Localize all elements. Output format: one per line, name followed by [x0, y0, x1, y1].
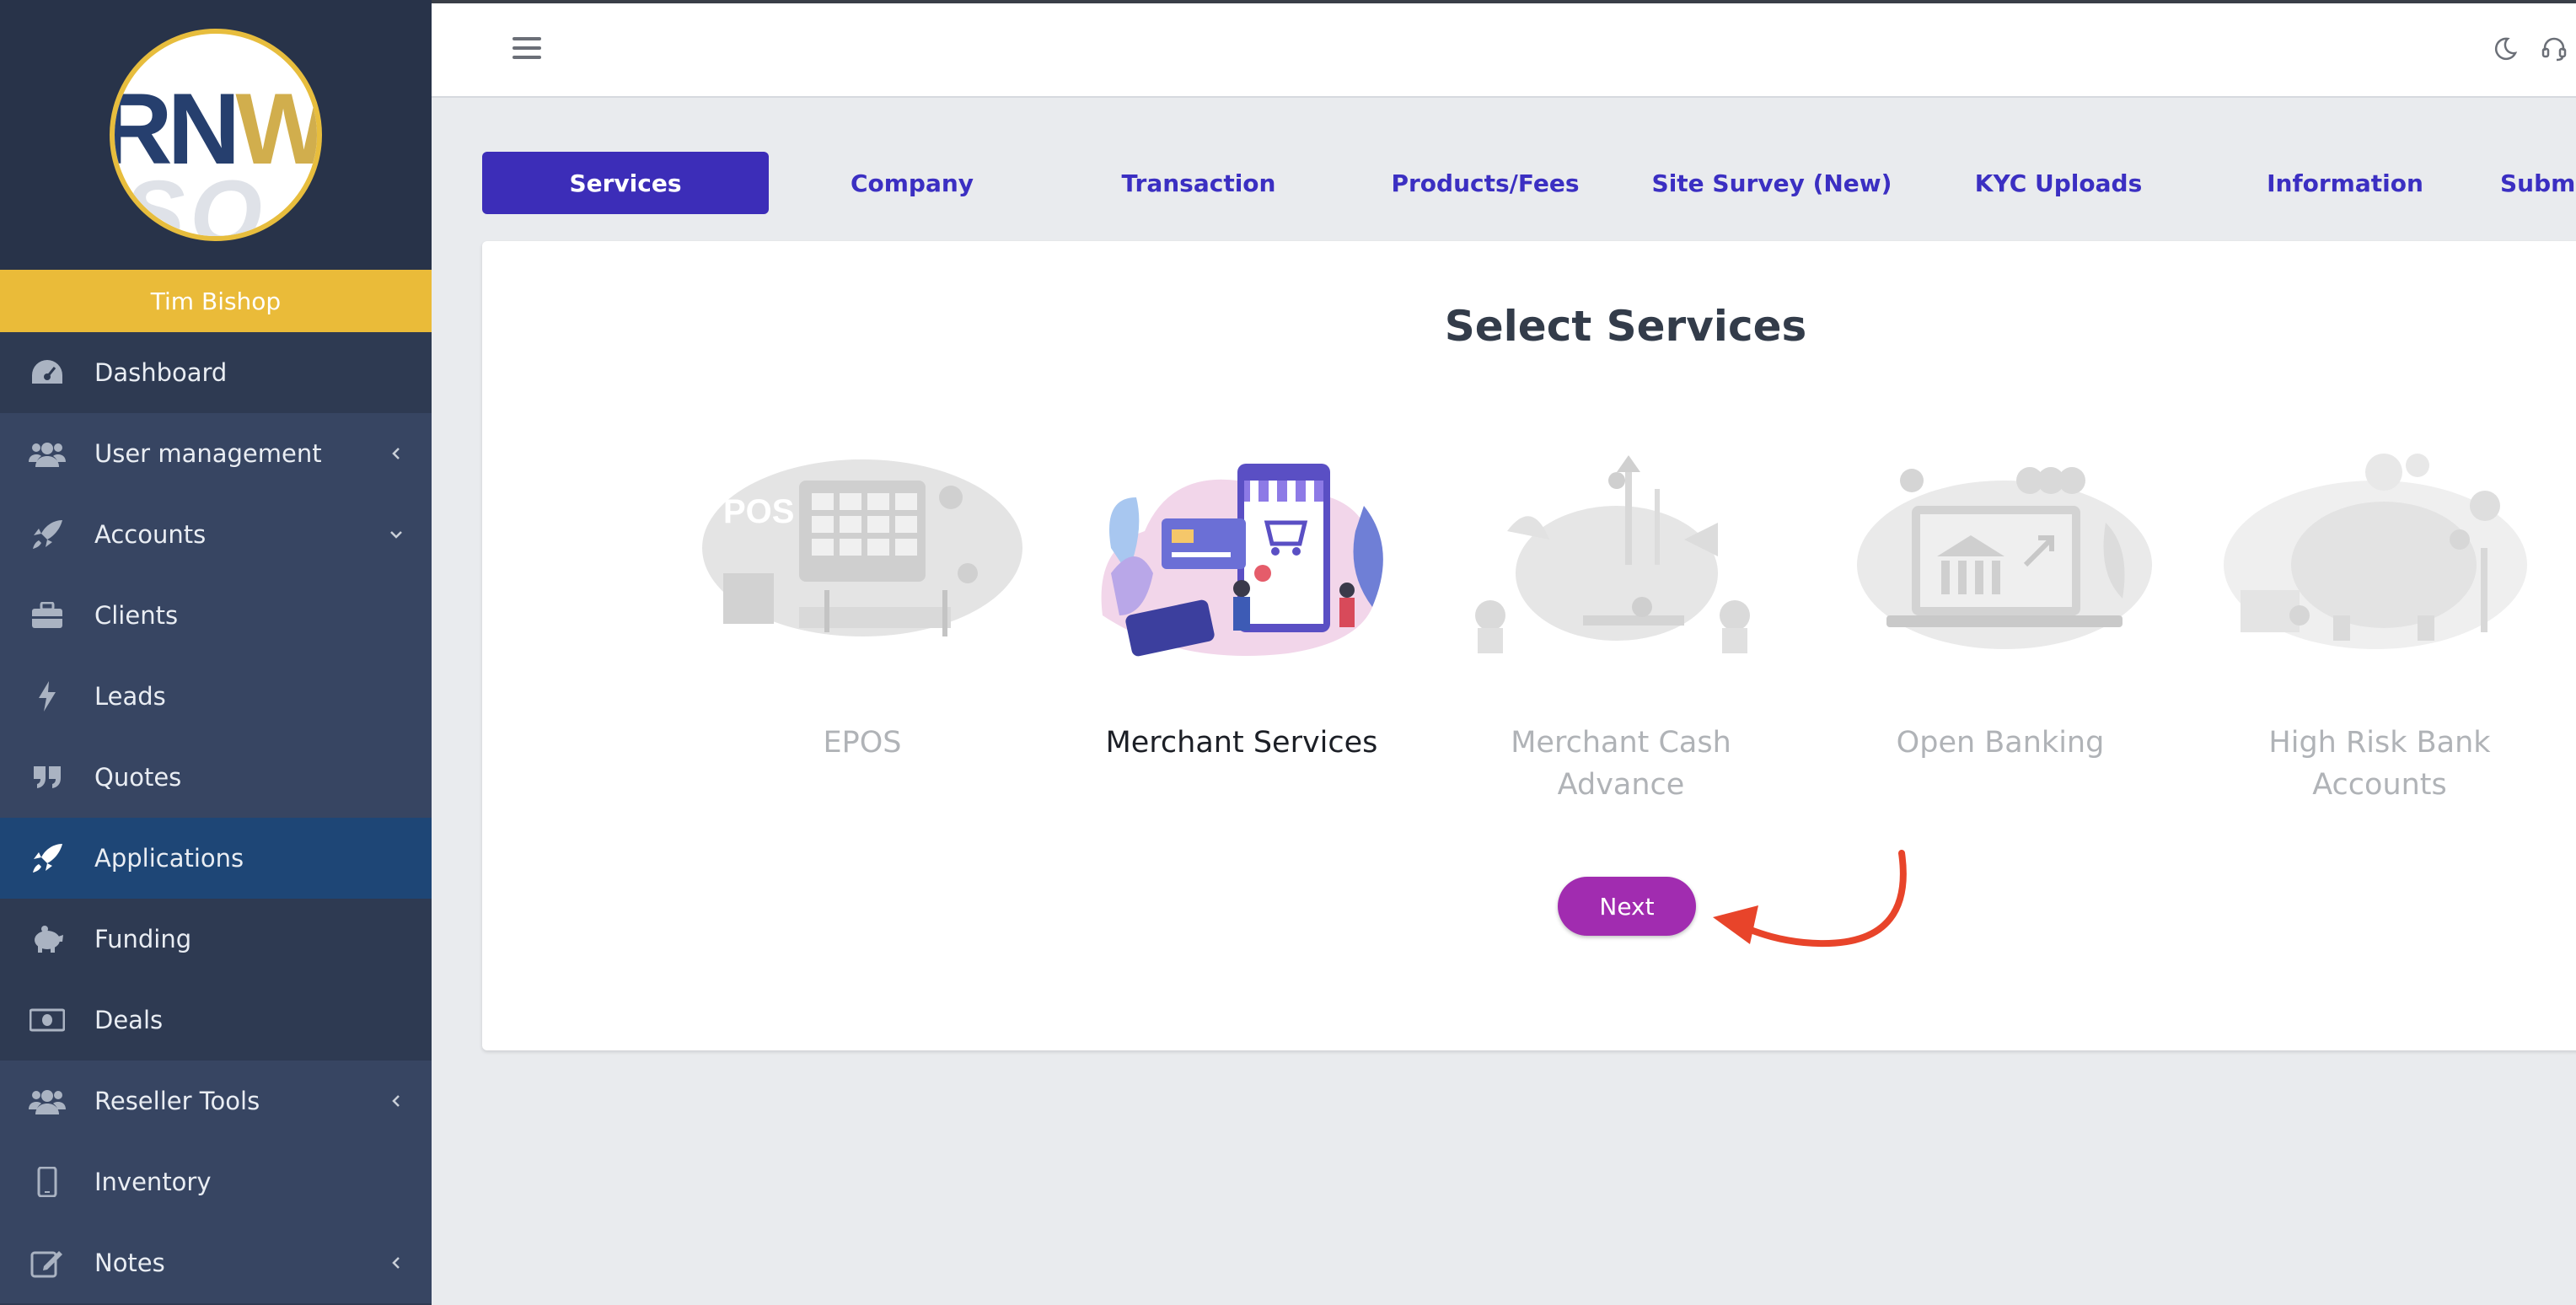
service-option-merchant-services[interactable]: Merchant Services	[1077, 447, 1406, 764]
annotation-arrow-icon	[1713, 850, 1907, 948]
sidebar-item-inventory[interactable]: Inventory	[0, 1141, 432, 1222]
tab-information[interactable]: Information	[2202, 152, 2488, 214]
chevron-down-icon	[388, 526, 405, 543]
headset-icon[interactable]	[2539, 34, 2569, 64]
company-logo[interactable]: RNW SO	[110, 29, 322, 241]
sidebar-item-label: Applications	[94, 844, 244, 873]
sidebar-item-applications[interactable]: Applications	[0, 818, 432, 899]
service-option-open-banking[interactable]: Open Banking	[1836, 447, 2165, 764]
sidebar-item-accounts[interactable]: Accounts	[0, 494, 432, 575]
tab-company[interactable]: Company	[769, 152, 1055, 214]
sidebar-item-clients[interactable]: Clients	[0, 575, 432, 656]
rocket-icon	[29, 841, 66, 875]
tab-site-survey[interactable]: Site Survey (New)	[1629, 152, 1915, 214]
tab-services[interactable]: Services	[482, 152, 769, 214]
bolt-icon	[29, 679, 66, 713]
chevron-left-icon	[388, 1254, 405, 1271]
sidebar-item-label: User management	[94, 439, 322, 468]
rocket-icon	[29, 518, 66, 551]
service-option-merchant-cash-advance[interactable]: Merchant Cash Advance	[1457, 447, 1785, 806]
tab-submit[interactable]: Subm	[2488, 152, 2576, 214]
shop-card-icon	[1077, 447, 1406, 666]
sidebar-item-label: Deals	[94, 1006, 164, 1034]
edit-icon	[29, 1246, 66, 1280]
logo-area: RNW SO	[0, 0, 432, 270]
pos-terminal-icon: POS	[698, 447, 1027, 666]
application-tabs: Services Company Transaction Products/Fe…	[482, 152, 2576, 214]
sidebar-item-notes[interactable]: Notes	[0, 1222, 432, 1303]
sidebar-item-reseller-tools[interactable]: Reseller Tools	[0, 1061, 432, 1141]
service-label: Merchant Cash Advance	[1511, 726, 1731, 802]
sidebar-item-user-management[interactable]: User management	[0, 413, 432, 494]
mobile-icon	[29, 1165, 66, 1199]
sidebar-item-label: Reseller Tools	[94, 1087, 260, 1115]
chevron-left-icon	[388, 445, 405, 462]
sidebar-item-label: Dashboard	[94, 358, 228, 387]
svg-text:POS: POS	[723, 493, 794, 530]
bank-laptop-icon	[1836, 447, 2165, 666]
sidebar-item-label: Funding	[94, 925, 192, 953]
sidebar-item-label: Quotes	[94, 763, 182, 792]
sidebar-item-label: Notes	[94, 1249, 165, 1277]
moon-icon[interactable]	[2490, 34, 2520, 64]
sidebar-item-label: Inventory	[94, 1168, 212, 1196]
chevron-left-icon	[388, 1093, 405, 1109]
gauge-icon	[29, 356, 66, 389]
briefcase-icon	[29, 599, 66, 632]
sidebar-item-quotes[interactable]: Quotes	[0, 737, 432, 818]
service-label: Open Banking	[1896, 726, 2105, 760]
user-name-bar[interactable]: Tim Bishop	[0, 270, 432, 332]
tab-kyc-uploads[interactable]: KYC Uploads	[1915, 152, 2202, 214]
sidebar: RNW SO Tim Bishop Dashboard User managem…	[0, 0, 432, 1305]
top-header	[432, 0, 2576, 98]
service-label: Merchant Services	[1105, 726, 1378, 760]
tab-transaction[interactable]: Transaction	[1055, 152, 1342, 214]
users-icon	[29, 437, 66, 470]
piggy-bank-icon	[29, 922, 66, 956]
header-actions	[2490, 34, 2569, 64]
piggy-bank-icon	[1457, 447, 1785, 666]
quote-icon	[29, 760, 66, 794]
sidebar-item-leads[interactable]: Leads	[0, 656, 432, 737]
money-icon	[29, 1003, 66, 1037]
service-option-epos[interactable]: POS EPOS	[698, 447, 1027, 764]
menu-icon[interactable]	[513, 37, 541, 62]
tab-products-fees[interactable]: Products/Fees	[1342, 152, 1629, 214]
service-option-high-risk-bank-accounts[interactable]: High Risk Bank Accounts	[2215, 447, 2544, 806]
sidebar-item-label: Accounts	[94, 520, 207, 549]
service-label: EPOS	[823, 726, 902, 760]
sidebar-item-dashboard[interactable]: Dashboard	[0, 332, 432, 413]
piggy-bank-icon	[2215, 447, 2544, 666]
services-card: Select Services POS EPOS Merchant Servic…	[482, 241, 2576, 1050]
page-title: Select Services	[1444, 302, 1807, 351]
next-button[interactable]: Next	[1558, 877, 1696, 936]
users-icon	[29, 1084, 66, 1118]
sidebar-item-funding[interactable]: Funding	[0, 899, 432, 980]
sidebar-item-deals[interactable]: Deals	[0, 980, 432, 1061]
sidebar-item-label: Clients	[94, 601, 179, 630]
service-label: High Risk Bank Accounts	[2268, 726, 2491, 802]
sidebar-item-label: Leads	[94, 682, 166, 711]
sidebar-nav: Dashboard User management Accounts Clien…	[0, 332, 432, 1303]
